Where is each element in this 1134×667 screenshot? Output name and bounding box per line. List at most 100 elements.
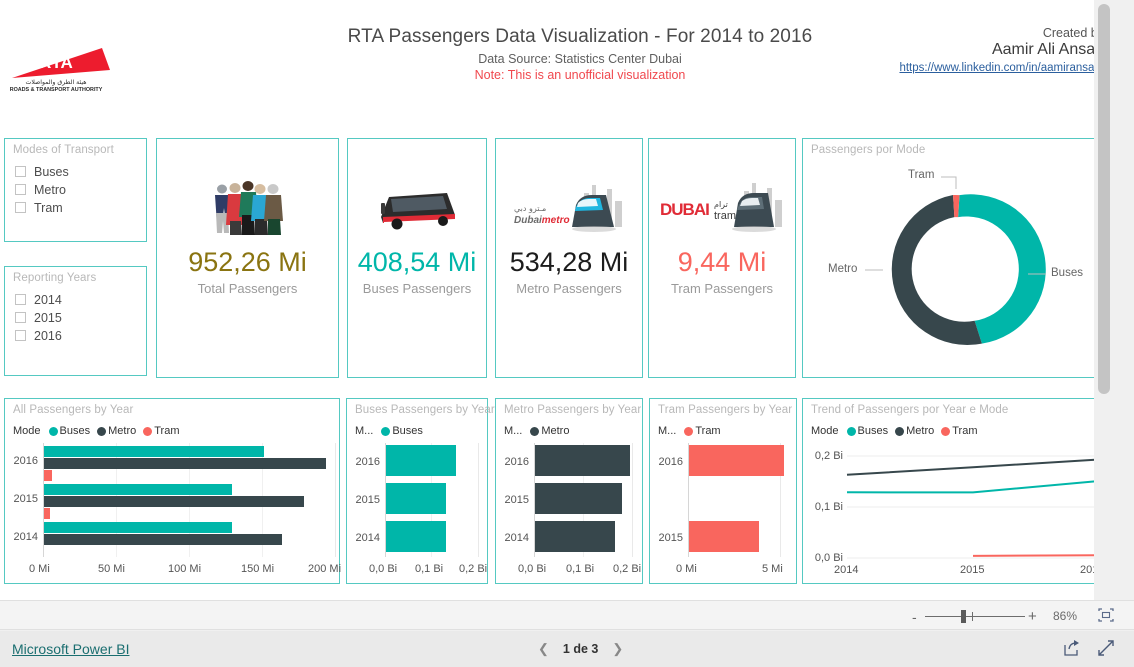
bar-buses-2016[interactable] [44,446,264,457]
donut-label-metro: Metro [828,263,858,275]
fit-to-page-icon[interactable] [1098,608,1114,627]
bar-metro-2016[interactable] [535,445,630,476]
svg-text:RTA: RTA [39,53,73,72]
zoom-slider-thumb[interactable] [961,610,966,623]
chart-legend[interactable]: Mode Buses Metro Tram [811,425,983,437]
bar-category-label: 2015 [13,493,38,505]
chart-metro-passengers-by-year[interactable]: Metro Passengers by Year M... Metro 2016… [495,398,643,584]
chart-all-passengers-by-year[interactable]: All Passengers by Year Mode Buses Metro … [4,398,341,584]
slicer-item-2015[interactable]: 2015 [15,309,62,326]
x-tick-label: 0,1 Bi [415,563,444,575]
checkbox-icon[interactable] [15,184,26,195]
plot-area: 0,2 Bi 0,1 Bi 0,0 Bi 2014 2015 2016 [803,441,1107,585]
legend-swatch-icon [846,426,856,436]
chart-legend[interactable]: M... Buses [355,425,428,437]
zoom-in-button[interactable]: + [1028,608,1037,625]
bar-buses-2016[interactable] [386,445,456,476]
slicer-modes-of-transport[interactable]: Modes of Transport Buses Metro Tram [4,138,147,242]
slicer-item-tram[interactable]: Tram [15,199,69,216]
chart-buses-passengers-by-year[interactable]: Buses Passengers by Year M... Buses 2016… [346,398,495,584]
bar-buses-2014[interactable] [386,521,446,552]
zoom-slider-track[interactable] [925,616,1025,617]
chart-legend[interactable]: M... Metro [504,425,574,437]
kpi-card-buses-passengers[interactable]: 408,54 Mi Buses Passengers [347,138,487,378]
svg-text:DUBAI: DUBAI [660,200,709,219]
bus-icon [348,169,486,247]
report-title-block: RTA Passengers Data Visualization - For … [300,26,860,82]
chart-title: Tram Passengers by Year [658,404,793,416]
bar-category-label: 2016 [658,456,683,468]
x-tick-label: 0 Mi [676,563,697,575]
chevron-left-icon[interactable]: ❮ [538,641,549,657]
checkbox-icon[interactable] [15,166,26,177]
kpi-card-metro-passengers[interactable]: مـترو دبي Dubaimetro 534,28 Mi Metro Pas… [495,138,643,378]
power-bi-brand-link[interactable]: Microsoft Power BI [12,641,129,657]
legend-item-metro[interactable]: Metro [530,425,569,437]
legend-item-metro[interactable]: Metro [895,425,934,437]
bar-metro-2016[interactable] [44,458,326,469]
credits-block: Created by Aamir Ali Ansari https://www.… [899,26,1104,74]
chart-passengers-por-mode[interactable]: Passengers por Mode Tram Buses Metro [802,138,1106,378]
bar-metro-2015[interactable] [535,483,622,514]
chart-legend[interactable]: M... Tram [658,425,726,437]
slicer-item-2014[interactable]: 2014 [15,291,62,308]
slicer-item-buses[interactable]: Buses [15,163,69,180]
legend-swatch-icon [48,426,58,436]
bar-buses-2014[interactable] [44,522,232,533]
kpi-card-total-passengers[interactable]: 952,26 Mi Total Passengers [156,138,339,378]
checkbox-icon[interactable] [15,312,26,323]
bar-tram-2015[interactable] [44,508,50,519]
checkbox-icon[interactable] [15,294,26,305]
x-tick-label: 150 Mi [241,563,275,575]
kpi-label-buses: Buses Passengers [362,281,472,296]
rta-logo-english: ROADS & TRANSPORT AUTHORITY [10,87,103,92]
zoom-out-button[interactable]: - [912,609,917,625]
legend-label: Metro [906,425,935,437]
legend-swatch-icon [143,426,153,436]
bar-category-label: 2014 [504,532,529,544]
checkbox-icon[interactable] [15,202,26,213]
slicer-item-2016[interactable]: 2016 [15,327,62,344]
legend-item-tram[interactable]: Tram [941,425,978,437]
author-linkedin-link[interactable]: https://www.linkedin.com/in/aamiransari/ [899,62,1104,74]
bar-category-label: 2015 [355,494,380,506]
vertical-scrollbar-thumb[interactable] [1098,4,1110,394]
chart-tram-passengers-by-year[interactable]: Tram Passengers by Year M... Tram 2016 2… [649,398,797,584]
bar-tram-2016[interactable] [689,445,784,476]
bar-tram-2015[interactable] [689,521,759,552]
bar-metro-2014[interactable] [44,534,282,545]
slicer-reporting-years[interactable]: Reporting Years 2014 2015 2016 [4,266,147,376]
bar-buses-2015[interactable] [44,484,232,495]
bar-category-label: 2015 [658,532,683,544]
chart-legend[interactable]: Mode Buses Metro Tram [13,425,185,437]
legend-item-buses[interactable]: Buses [48,425,90,437]
bar-metro-2014[interactable] [535,521,615,552]
share-icon[interactable] [1063,639,1081,662]
bar-metro-2015[interactable] [44,496,304,507]
legend-item-buses[interactable]: Buses [846,425,888,437]
x-tick-label: 5 Mi [762,563,783,575]
kpi-card-tram-passengers[interactable]: DUBAI ترام tram 9,44 Mi Tram Passengers [648,138,796,378]
bar-category-label: 2015 [504,494,529,506]
bar-buses-2015[interactable] [386,483,446,514]
legend-item-buses[interactable]: Buses [381,425,423,437]
full-screen-icon[interactable] [1097,639,1115,662]
chevron-right-icon[interactable]: ❯ [612,641,623,657]
x-tick-label: 0,2 Bi [613,563,642,575]
checkbox-icon[interactable] [15,330,26,341]
zoom-level-label: 86% [1053,609,1078,623]
svg-text:tram: tram [714,210,736,222]
chart-trend-of-passengers[interactable]: Trend of Passengers por Year e Mode Mode… [802,398,1106,584]
kpi-label-metro: Metro Passengers [516,281,622,296]
svg-text:ترام: ترام [714,200,728,209]
kpi-label-tram: Tram Passengers [670,281,774,296]
bar-tram-2016[interactable] [44,470,52,481]
legend-item-tram[interactable]: Tram [684,425,721,437]
legend-item-tram[interactable]: Tram [143,425,180,437]
vertical-scrollbar[interactable] [1094,0,1114,600]
legend-item-metro[interactable]: Metro [97,425,136,437]
x-tick-label: 0,2 Bi [459,563,488,575]
author-name: Aamir Ali Ansari [991,41,1104,58]
slicer-item-metro[interactable]: Metro [15,181,69,198]
legend-label: Metro [108,425,137,437]
